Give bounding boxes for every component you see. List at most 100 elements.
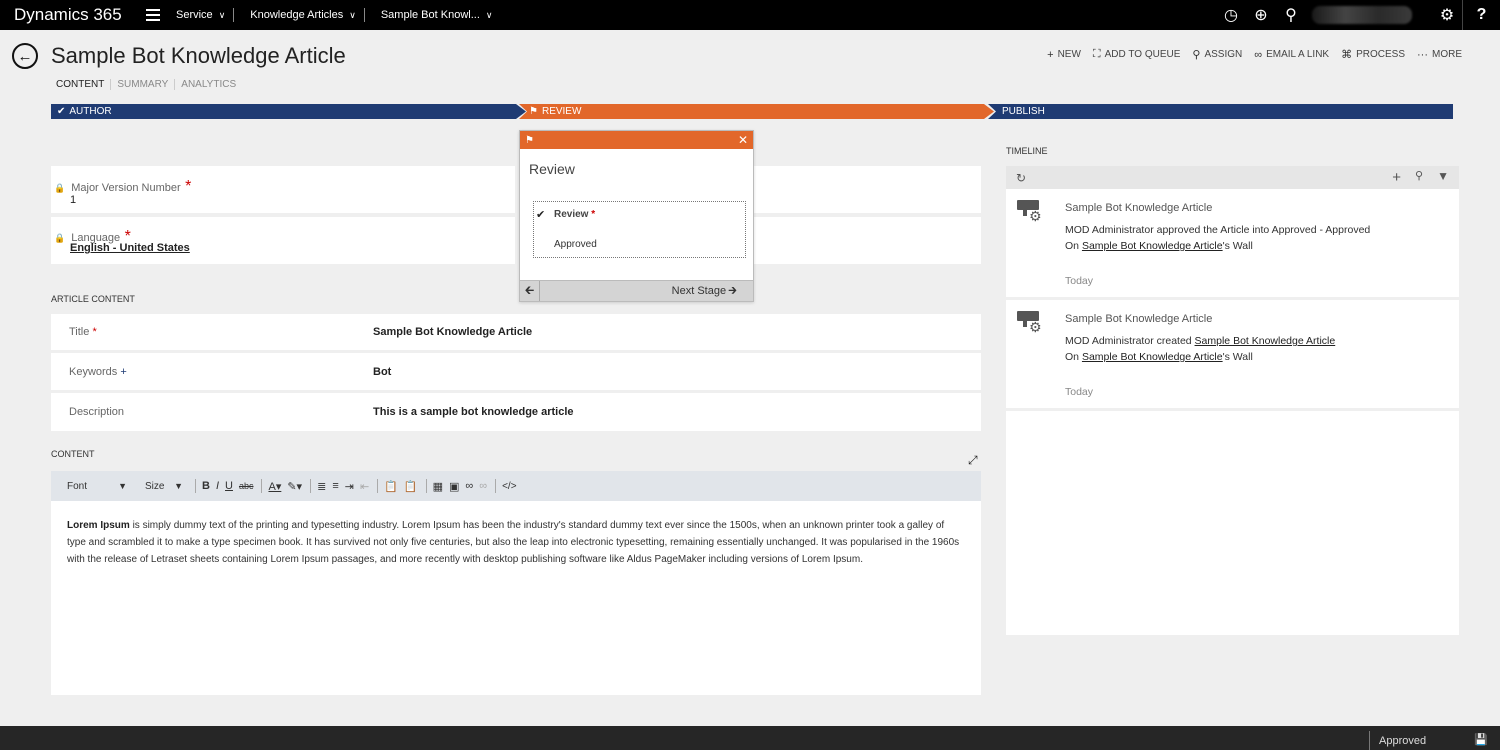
chevron-down-icon[interactable]: ∨ bbox=[486, 10, 493, 21]
font-dropdown[interactable]: Font ▼ bbox=[63, 478, 131, 494]
image-icon[interactable]: ▣ bbox=[449, 480, 459, 493]
toolbar-divider bbox=[261, 479, 263, 493]
arrow-right-icon: 🡲 bbox=[728, 284, 737, 297]
nav-knowledge-articles[interactable]: Knowledge Articles ∨ bbox=[250, 9, 356, 21]
article-content-heading: ARTICLE CONTENT bbox=[51, 294, 135, 304]
record-status: Approved bbox=[1369, 731, 1426, 750]
settings-gear-icon[interactable]: ⚙ bbox=[1432, 0, 1462, 30]
email-a-link-button[interactable]: ∞ EMAIL A LINK bbox=[1254, 48, 1329, 61]
post-body-text: MOD Administrator created bbox=[1065, 335, 1195, 347]
app-brand[interactable]: Dynamics 365 bbox=[14, 5, 144, 25]
ellipsis-icon: ··· bbox=[1417, 48, 1428, 61]
outdent-icon[interactable]: ⇤ bbox=[360, 480, 369, 493]
post-wall-prefix: On bbox=[1065, 240, 1082, 252]
nav-current-record[interactable]: Sample Bot Knowl... ∨ bbox=[381, 9, 493, 21]
dropdown-arrow-icon: ▼ bbox=[174, 481, 183, 491]
step-approved[interactable]: Approved bbox=[554, 239, 597, 250]
nav-service[interactable]: Service ∨ bbox=[176, 9, 225, 21]
create-plus-icon[interactable]: ⊕ bbox=[1246, 0, 1276, 30]
queue-icon: ⛶ bbox=[1092, 48, 1101, 60]
status-footer: Approved 💾 bbox=[0, 726, 1500, 750]
tab-analytics[interactable]: ANALYTICS bbox=[174, 79, 242, 90]
content-body-bold: Lorem Ipsum bbox=[67, 520, 130, 531]
post-wall: On Sample Bot Knowledge Article's Wall bbox=[1065, 240, 1253, 252]
font-color-icon[interactable]: A▾ bbox=[268, 480, 281, 493]
major-version-field[interactable]: 🔒 Major Version Number * 1 bbox=[51, 166, 515, 213]
title-field[interactable]: Title * Sample Bot Knowledge Article bbox=[51, 314, 981, 350]
search-icon[interactable]: ⚲ bbox=[1276, 0, 1306, 30]
bold-icon[interactable]: B bbox=[202, 480, 210, 492]
link-icon[interactable]: ∞ bbox=[465, 480, 473, 492]
major-version-label: Major Version Number bbox=[71, 182, 181, 194]
timeline-post[interactable]: ⚙ Sample Bot Knowledge Article MOD Admin… bbox=[1006, 192, 1459, 300]
highlight-color-icon[interactable]: ✎▾ bbox=[287, 480, 302, 493]
recent-clock-icon[interactable]: ◷ bbox=[1216, 0, 1246, 30]
timeline-post[interactable]: ⚙ Sample Bot Knowledge Article MOD Admin… bbox=[1006, 303, 1459, 411]
bulleted-list-icon[interactable]: ≡ bbox=[332, 480, 338, 492]
nav-knowledge-articles-label: Knowledge Articles bbox=[250, 9, 344, 21]
table-icon[interactable]: ▦ bbox=[433, 480, 443, 493]
italic-icon[interactable]: I bbox=[216, 480, 219, 492]
more-button[interactable]: ··· MORE bbox=[1417, 48, 1462, 61]
size-dropdown-value: Size bbox=[145, 480, 165, 492]
paste-icon[interactable]: 📋 bbox=[384, 480, 398, 493]
nav-service-label: Service bbox=[176, 9, 213, 21]
next-stage-label: Next Stage bbox=[671, 285, 727, 297]
language-value-link[interactable]: English - United States bbox=[70, 242, 190, 254]
search-icon[interactable]: ⚲ bbox=[1415, 169, 1423, 186]
add-to-queue-button[interactable]: ⛶ ADD TO QUEUE bbox=[1093, 48, 1180, 61]
process-icon: ⌘ bbox=[1341, 49, 1353, 61]
unlink-icon[interactable]: ∞ bbox=[479, 480, 487, 492]
description-field[interactable]: Description This is a sample bot knowled… bbox=[51, 393, 981, 431]
strikethrough-icon[interactable]: abc bbox=[239, 481, 254, 491]
size-dropdown[interactable]: Size ▼ bbox=[141, 478, 187, 494]
editor-toolbar: Font ▼ Size ▼ B I U abc A▾ ✎▾ ≣ ≡ ⇥ ⇤ 📋 📋 … bbox=[51, 471, 981, 501]
numbered-list-icon[interactable]: ≣ bbox=[317, 480, 326, 493]
timeline-panel: ↻ + ⚲ ▼ ⚙ Sample Bot Knowledge Article M… bbox=[1006, 166, 1459, 635]
timeline-toolbar: ↻ + ⚲ ▼ bbox=[1006, 166, 1459, 189]
indent-icon[interactable]: ⇥ bbox=[345, 480, 354, 493]
stage-author[interactable]: ✔ AUTHOR bbox=[51, 104, 526, 119]
hamburger-menu-icon[interactable] bbox=[146, 9, 160, 21]
tab-summary[interactable]: SUMMARY bbox=[110, 79, 174, 90]
wall-record-link[interactable]: Sample Bot Knowledge Article bbox=[1082, 351, 1223, 363]
step-review[interactable]: Review * bbox=[554, 209, 595, 220]
help-icon[interactable]: ? bbox=[1462, 0, 1500, 30]
toolbar-divider bbox=[310, 479, 312, 493]
post-title: Sample Bot Knowledge Article bbox=[1065, 202, 1213, 214]
stage-publish[interactable]: PUBLISH bbox=[988, 104, 1453, 119]
expand-editor-icon[interactable]: ⤢ bbox=[968, 453, 978, 468]
process-button[interactable]: ⌘ PROCESS bbox=[1341, 48, 1405, 61]
add-icon[interactable]: + bbox=[1392, 169, 1401, 186]
assign-label: ASSIGN bbox=[1204, 49, 1243, 60]
close-icon[interactable]: ✕ bbox=[738, 133, 748, 147]
link-icon: ∞ bbox=[1254, 48, 1263, 61]
language-field[interactable]: 🔒 Language * English - United States bbox=[51, 217, 515, 264]
record-link[interactable]: Sample Bot Knowledge Article bbox=[1195, 335, 1336, 347]
content-editor[interactable]: Lorem Ipsum is simply dummy text of the … bbox=[51, 501, 981, 695]
filter-icon[interactable]: ▼ bbox=[1437, 169, 1449, 186]
tab-content[interactable]: CONTENT bbox=[56, 79, 110, 90]
underline-icon[interactable]: U bbox=[225, 480, 233, 492]
stage-review[interactable]: ⚑ REVIEW bbox=[519, 104, 994, 119]
back-arrow-icon[interactable]: ← bbox=[12, 43, 38, 69]
refresh-icon[interactable]: ↻ bbox=[1016, 171, 1026, 185]
post-wall-suffix: 's Wall bbox=[1222, 240, 1253, 252]
add-to-queue-label: ADD TO QUEUE bbox=[1104, 49, 1181, 60]
process-label: PROCESS bbox=[1356, 49, 1405, 60]
save-icon[interactable]: 💾 bbox=[1474, 733, 1488, 746]
source-code-icon[interactable]: </> bbox=[502, 481, 516, 492]
post-body-text: MOD Administrator approved the Article i… bbox=[1065, 224, 1371, 236]
paste-text-icon[interactable]: 📋 bbox=[404, 480, 418, 493]
assign-person-icon: ⚲ bbox=[1192, 49, 1201, 61]
keywords-field[interactable]: Keywords + Bot bbox=[51, 353, 981, 390]
previous-stage-arrow-icon[interactable]: 🡰 bbox=[520, 281, 540, 301]
assign-button[interactable]: ⚲ ASSIGN bbox=[1192, 48, 1242, 61]
next-stage-button[interactable]: Next Stage 🡲 bbox=[672, 282, 737, 301]
post-body: MOD Administrator created Sample Bot Kno… bbox=[1065, 335, 1335, 347]
chevron-down-icon[interactable]: ∨ bbox=[219, 10, 226, 21]
chevron-down-icon[interactable]: ∨ bbox=[349, 10, 356, 21]
new-button[interactable]: + NEW bbox=[1047, 48, 1081, 61]
wall-record-link[interactable]: Sample Bot Knowledge Article bbox=[1082, 240, 1223, 252]
user-name-redacted[interactable] bbox=[1312, 6, 1412, 24]
